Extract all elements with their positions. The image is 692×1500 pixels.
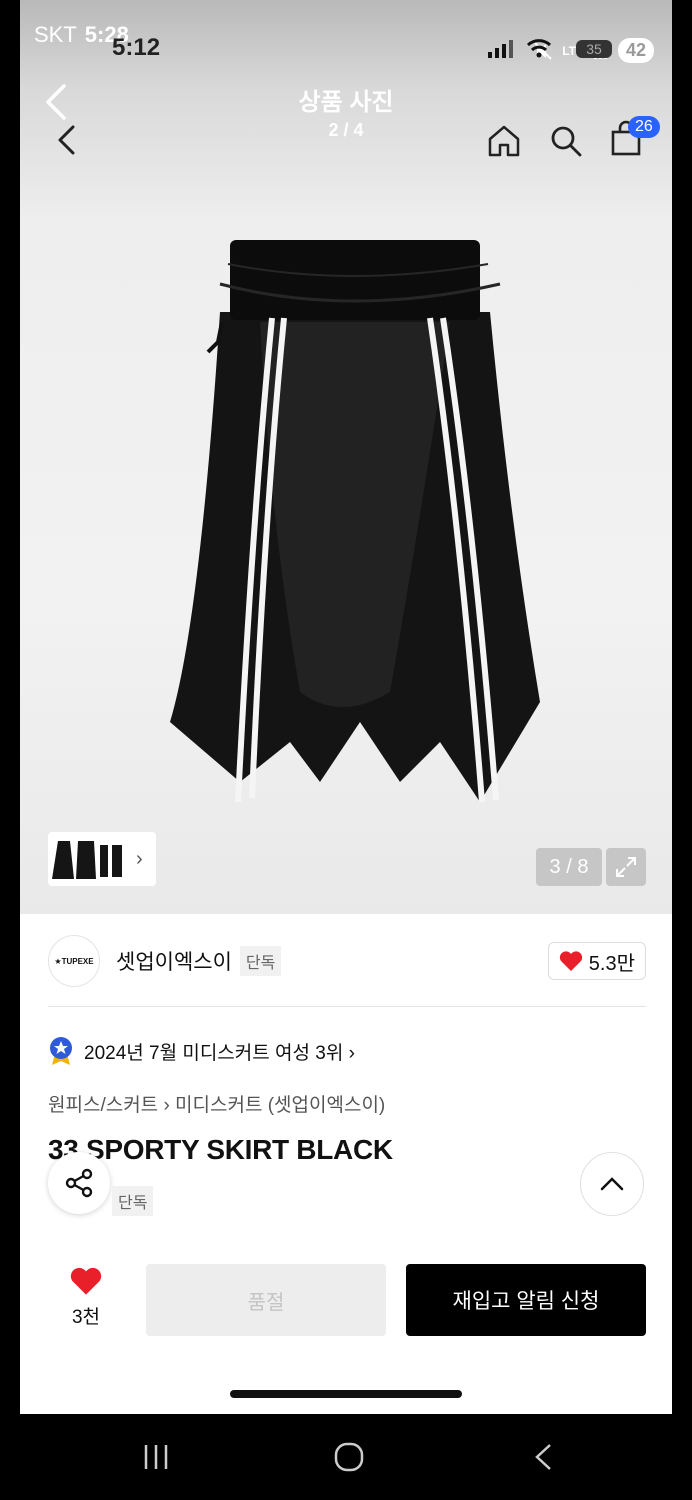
thumbnail-strip[interactable]: › <box>48 832 156 886</box>
expand-button[interactable] <box>606 848 646 886</box>
share-icon <box>65 1168 93 1198</box>
recent-apps-icon[interactable] <box>142 1442 170 1472</box>
share-button[interactable] <box>48 1152 110 1214</box>
inner-signal-icon <box>488 40 513 58</box>
heart-icon <box>70 1267 102 1295</box>
brand-name[interactable]: 셋업이엑스이 <box>116 946 232 976</box>
inner-battery: 35 <box>576 40 612 58</box>
product-photo-viewer[interactable]: SKT 5:28 LTE 42 5:12 35 상품 사진 2 / 4 26 ›… <box>20 0 672 914</box>
scroll-top-button[interactable] <box>580 1152 644 1216</box>
home-nav-icon[interactable] <box>334 1442 364 1472</box>
exclusive-tag: 단독 <box>239 946 282 976</box>
divider <box>48 1006 646 1007</box>
cart-count-badge: 26 <box>628 116 660 138</box>
system-nav-bar <box>0 1414 692 1500</box>
product-thumbnail <box>52 841 122 879</box>
home-icon[interactable] <box>486 123 522 159</box>
thumbnail-chevron: › <box>136 847 143 870</box>
image-counter: 3 / 8 <box>536 848 602 886</box>
product-image <box>170 240 540 803</box>
back-nav-icon[interactable] <box>532 1442 554 1472</box>
restock-notify-button[interactable]: 재입고 알림 신청 <box>406 1264 646 1336</box>
ranking-text: 2024년 7월 미디스커트 여성 3위 › <box>84 1042 355 1064</box>
header-icons: 26 <box>486 116 660 161</box>
chevron-up-icon <box>600 1177 624 1191</box>
brand-logo: ★TUPEXE <box>48 935 100 987</box>
search-icon[interactable] <box>548 123 584 159</box>
brand-like-button[interactable]: 5.3만 <box>547 942 646 980</box>
carrier-label: SKT <box>34 22 77 47</box>
wishlist-count: 3천 <box>71 1307 101 1328</box>
soldout-button: 품절 <box>146 1264 386 1336</box>
home-indicator[interactable] <box>230 1390 462 1398</box>
inner-status-icons <box>486 38 552 60</box>
expand-icon <box>616 857 636 877</box>
wishlist-button[interactable]: 3천 <box>64 1266 108 1329</box>
product-exclusive-tag: 단독 <box>112 1186 154 1216</box>
app-screen: SKT 5:28 LTE 42 5:12 35 상품 사진 2 / 4 26 ›… <box>20 0 672 1414</box>
ranking-link[interactable]: 2024년 7월 미디스커트 여성 3위 › <box>48 1036 355 1066</box>
brand-like-count: 5.3만 <box>588 952 635 975</box>
notification-badge: 42 <box>617 38 654 63</box>
cart-button[interactable]: 26 <box>610 116 660 161</box>
breadcrumb[interactable]: 원피스/스커트 › 미디스커트 (셋업이엑스이) <box>48 1090 385 1117</box>
brand-row[interactable]: ★TUPEXE 셋업이엑스이 단독 5.3만 <box>48 934 646 988</box>
heart-icon <box>559 951 582 971</box>
purchase-bar: 3천 품절 재입고 알림 신청 <box>20 1244 672 1414</box>
inner-status-time: 5:12 <box>112 34 161 61</box>
ranking-badge-icon <box>50 1037 72 1065</box>
page-title: 상품 사진 <box>298 89 394 116</box>
wifi-icon <box>526 39 552 58</box>
